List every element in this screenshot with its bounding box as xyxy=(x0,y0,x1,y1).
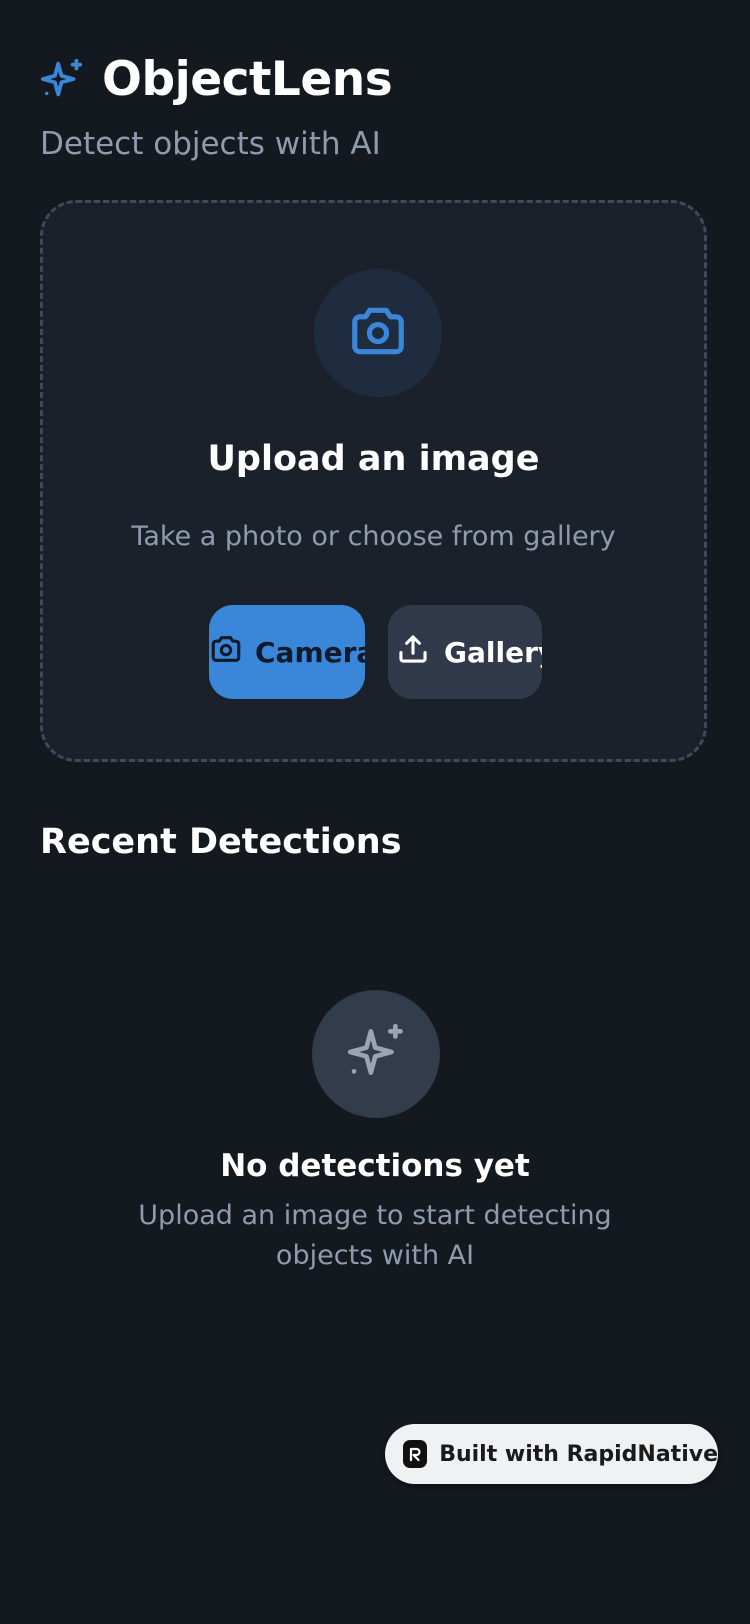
gallery-button[interactable]: Gallery xyxy=(388,605,542,699)
sparkles-icon xyxy=(345,1021,407,1087)
camera-button[interactable]: Camera xyxy=(209,605,365,699)
camera-icon xyxy=(209,632,255,673)
empty-state-icon-circle xyxy=(312,990,440,1118)
built-with-badge[interactable]: Built with RapidNative xyxy=(385,1424,718,1484)
empty-state-subtitle: Upload an image to start detecting objec… xyxy=(138,1200,612,1271)
recent-detections-title: Recent Detections xyxy=(40,822,402,862)
rapidnative-logo-icon xyxy=(403,1440,428,1468)
upload-icon xyxy=(396,632,444,673)
app-subtitle: Detect objects with AI xyxy=(40,126,381,162)
app-title: ObjectLens xyxy=(102,52,393,107)
upload-icon-circle xyxy=(314,269,442,397)
camera-button-label: Camera xyxy=(255,635,365,669)
camera-icon xyxy=(347,300,409,366)
gallery-button-label: Gallery xyxy=(444,635,542,669)
badge-label: Built with RapidNative xyxy=(439,1441,718,1467)
app-screen: ObjectLens Detect objects with AI Upload… xyxy=(0,0,750,1624)
upload-dropzone[interactable]: Upload an image Take a photo or choose f… xyxy=(40,200,707,762)
upload-title: Upload an image xyxy=(207,439,540,479)
app-header: ObjectLens xyxy=(40,52,393,108)
sparkles-icon xyxy=(40,57,86,103)
upload-subtitle: Take a photo or choose from gallery xyxy=(131,521,616,552)
empty-state-title: No detections yet xyxy=(220,1148,530,1184)
